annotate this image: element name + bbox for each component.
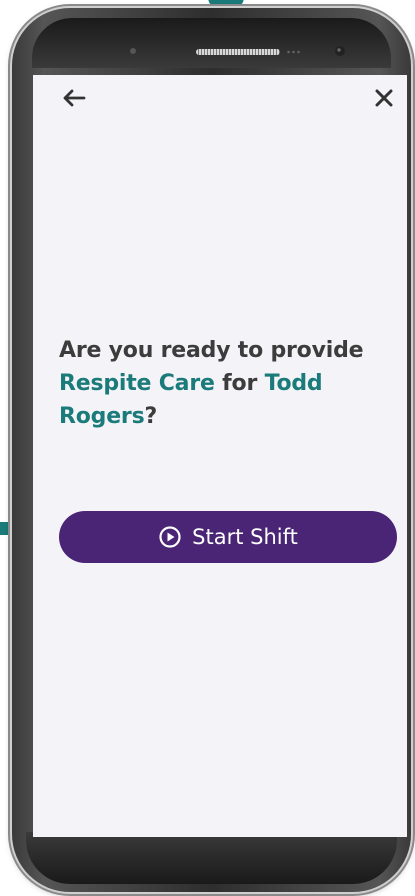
stage: Are you ready to provide Respite Care fo… (0, 0, 415, 896)
front-camera (335, 46, 345, 56)
arrow-left-icon (63, 89, 86, 107)
prompt-text-3: ? (144, 404, 158, 429)
close-icon (375, 89, 393, 107)
sensor-dot (130, 48, 136, 54)
play-circle-icon (158, 525, 182, 549)
app-screen: Are you ready to provide Respite Care fo… (33, 75, 407, 837)
decorative-marker (0, 522, 9, 535)
back-button[interactable] (59, 84, 89, 112)
phone-top-bezel (32, 18, 391, 68)
shift-prompt: Are you ready to provide Respite Care fo… (59, 334, 389, 433)
start-shift-label: Start Shift (192, 525, 298, 549)
prompt-text-1: Are you ready to provide (59, 338, 364, 363)
start-shift-button[interactable]: Start Shift (59, 511, 397, 563)
phone-bottom-bezel (26, 832, 397, 884)
earpiece-speaker (196, 49, 280, 55)
close-button[interactable] (369, 84, 399, 112)
speaker-dots (286, 50, 302, 54)
phone-frame: Are you ready to provide Respite Care fo… (12, 8, 411, 892)
service-name: Respite Care (59, 371, 215, 396)
prompt-text-2: for (214, 371, 265, 396)
